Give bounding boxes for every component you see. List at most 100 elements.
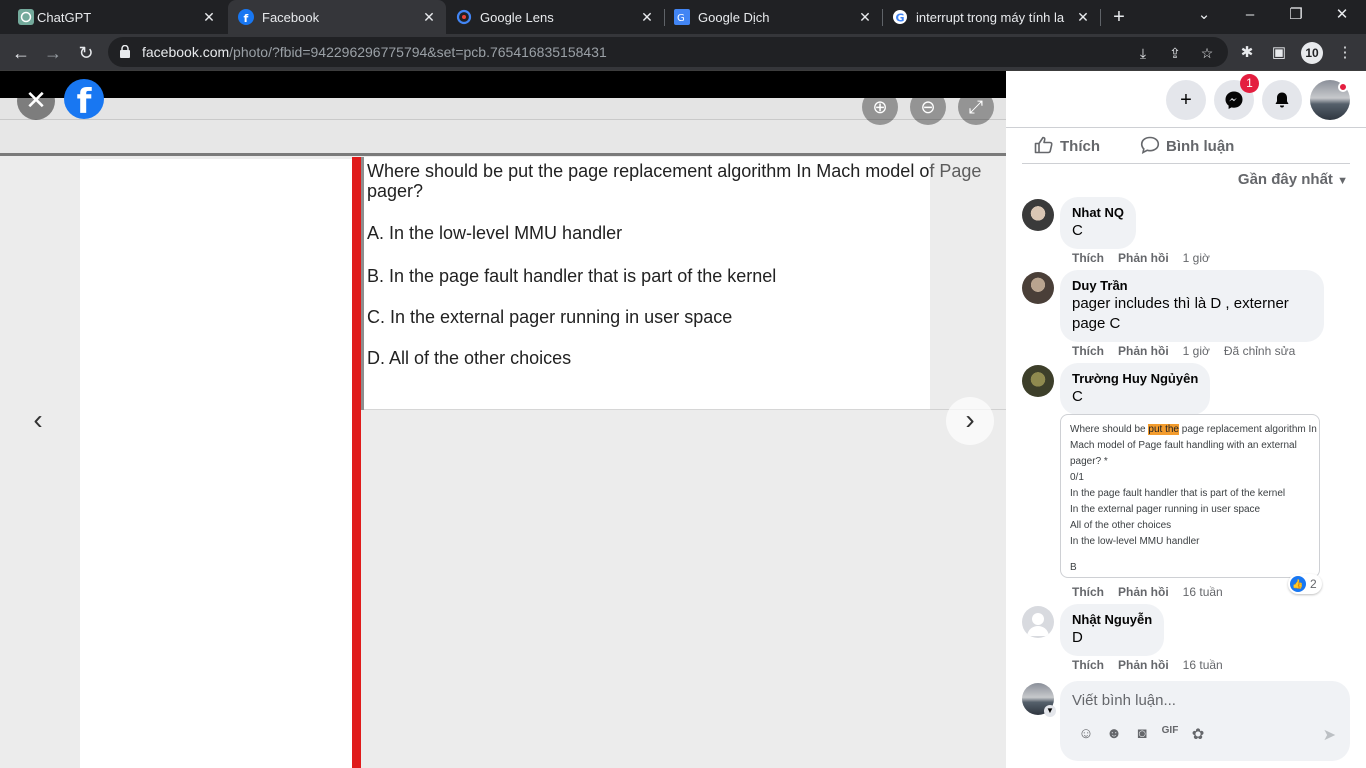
tab-close-icon[interactable]: ✕ <box>638 8 656 26</box>
caret-down-icon: ▼ <box>1337 175 1348 187</box>
extensions-icon[interactable]: ✱ <box>1236 42 1258 64</box>
comment-text: C <box>1072 222 1083 239</box>
facebook-logo-icon[interactable]: f <box>64 79 104 122</box>
send-icon[interactable]: ➤ <box>1323 725 1336 745</box>
avatar[interactable] <box>1022 199 1054 231</box>
like-label: Thích <box>1060 138 1100 155</box>
avatar[interactable] <box>1022 272 1054 304</box>
comment-time[interactable]: 1 giờ <box>1183 251 1210 265</box>
url-host: facebook.com <box>142 44 230 60</box>
comment-input[interactable]: Viết bình luận... <box>1072 692 1176 709</box>
bookmark-star-icon[interactable]: ☆ <box>1198 44 1216 62</box>
option-d: D. All of the other choices <box>367 348 572 368</box>
question-line-1: Where should be put the page replacement… <box>367 161 982 181</box>
forward-icon[interactable]: → <box>40 40 66 66</box>
comment-meta: Thích Phản hồi 16 tuần <box>1072 658 1237 672</box>
account-status-dot <box>1338 82 1348 92</box>
new-tab-icon[interactable]: + <box>1108 6 1130 28</box>
comment-time[interactable]: 16 tuần <box>1183 585 1223 599</box>
tab-google-translate[interactable]: G Google Dịch ✕ <box>664 0 882 34</box>
comment-author[interactable]: Trường Huy Ngủyên <box>1072 370 1198 387</box>
comment-text: D <box>1072 629 1083 646</box>
tab-chatgpt[interactable]: ChatGPT ✕ <box>0 0 226 34</box>
avatar[interactable] <box>1022 365 1054 397</box>
tab-google-search[interactable]: G interrupt trong máy tính la gì ✕ <box>882 0 1100 34</box>
comment-text: C <box>1072 388 1083 405</box>
chevron-down-icon[interactable]: ▼ <box>1044 705 1056 717</box>
comment-reply-link[interactable]: Phản hồi <box>1118 585 1169 599</box>
attachment-line: Mach model of Page fault handling with a… <box>1070 440 1297 451</box>
install-icon[interactable]: ⤓ <box>1134 44 1152 62</box>
avatar[interactable] <box>1022 606 1054 638</box>
comment-reply-link[interactable]: Phản hồi <box>1118 658 1169 672</box>
question-line-2: pager? <box>367 181 424 201</box>
photo-question-panel: Where should be put the page replacement… <box>364 157 1006 410</box>
like-button[interactable]: Thích <box>1034 136 1100 155</box>
minimize-icon[interactable]: – <box>1227 0 1273 34</box>
question-text: Where should be put the page replacement… <box>367 161 1006 201</box>
notifications-icon[interactable] <box>1262 80 1302 120</box>
emoji-icon[interactable]: ☻ <box>1100 725 1128 743</box>
tab-google-lens[interactable]: Google Lens ✕ <box>446 0 664 34</box>
comment-author[interactable]: Nhat NQ <box>1072 204 1124 221</box>
gif-icon[interactable]: GIF <box>1156 725 1184 743</box>
tab-search-icon[interactable]: ⌄ <box>1181 0 1227 34</box>
next-photo-icon[interactable]: › <box>946 397 994 445</box>
comment-author[interactable]: Duy Trần <box>1072 277 1312 294</box>
reaction-summary[interactable]: 👍 2 <box>1288 574 1322 594</box>
tab-close-icon[interactable]: ✕ <box>420 8 438 26</box>
tab-close-icon[interactable]: ✕ <box>856 8 874 26</box>
comment-time[interactable]: 1 giờ <box>1183 344 1210 358</box>
url-text: facebook.com/photo/?fbid=942296296775794… <box>142 44 607 60</box>
fullscreen-icon[interactable]: ⤢ <box>958 89 994 125</box>
comment-reply-link[interactable]: Phản hồi <box>1118 344 1169 358</box>
google-icon: G <box>893 10 907 25</box>
comment-like-link[interactable]: Thích <box>1072 344 1104 358</box>
comment-like-link[interactable]: Thích <box>1072 251 1104 265</box>
comment-time[interactable]: 16 tuần <box>1183 658 1223 672</box>
sort-dropdown[interactable]: Gần đây nhất ▼ <box>1238 171 1348 188</box>
comment-attachment-image[interactable]: Where should be put the page replacement… <box>1060 414 1320 578</box>
create-icon[interactable]: + <box>1166 80 1206 120</box>
comment-bubble: Trường Huy Ngủyên C <box>1060 363 1211 415</box>
previous-photo-icon[interactable]: ‹ <box>14 397 62 445</box>
camera-icon[interactable]: ◙ <box>1128 725 1156 743</box>
back-icon[interactable]: ← <box>8 40 34 66</box>
messenger-badge: 1 <box>1240 74 1259 93</box>
tab-close-icon[interactable]: ✕ <box>200 8 218 26</box>
browser-toolbar: ← → ↻ facebook.com/photo/?fbid=942296296… <box>0 34 1366 71</box>
comment-composer[interactable]: Viết bình luận... ☺ ☻ ◙ GIF ✿ ➤ <box>1060 681 1350 761</box>
attachment-text: Where should be <box>1070 424 1149 435</box>
comment-button[interactable]: Bình luận <box>1140 136 1234 155</box>
post-actions: Thích Bình luận <box>1022 128 1350 164</box>
attachment-line: In the low-level MMU handler <box>1070 536 1200 547</box>
reload-icon[interactable]: ↻ <box>73 40 99 66</box>
tab-separator <box>1100 9 1101 26</box>
address-bar[interactable]: facebook.com/photo/?fbid=942296296775794… <box>108 37 1228 67</box>
tab-close-icon[interactable]: ✕ <box>1074 8 1092 26</box>
comment-reply-link[interactable]: Phản hồi <box>1118 251 1169 265</box>
zoom-in-icon[interactable]: ⊕ <box>862 89 898 125</box>
thumbs-up-icon <box>1034 136 1053 154</box>
close-viewer-icon[interactable]: ✕ <box>17 82 55 120</box>
sticker-icon[interactable]: ✿ <box>1184 725 1212 743</box>
window-close-icon[interactable]: ✕ <box>1319 0 1365 34</box>
comment-like-link[interactable]: Thích <box>1072 658 1104 672</box>
tab-facebook[interactable]: f Facebook ✕ <box>228 0 446 34</box>
comment-author[interactable]: Nhật Nguyễn <box>1072 611 1152 628</box>
zoom-out-icon[interactable]: ⊖ <box>910 89 946 125</box>
messenger-glyph <box>1225 91 1243 109</box>
profile-avatar[interactable]: 10 <box>1301 42 1323 64</box>
avatar-sticker-icon[interactable]: ☺ <box>1072 725 1100 743</box>
share-icon[interactable]: ⇪ <box>1166 44 1184 62</box>
restore-icon[interactable]: ❐ <box>1273 0 1319 34</box>
svg-text:f: f <box>244 12 249 25</box>
attachment-line: pager? * <box>1070 456 1108 467</box>
photo-header-strip-2 <box>0 120 1006 156</box>
comment-like-link[interactable]: Thích <box>1072 585 1104 599</box>
menu-icon[interactable]: ⋮ <box>1334 42 1356 64</box>
attachment-line: B <box>1070 562 1077 573</box>
side-panel-icon[interactable]: ▣ <box>1268 42 1290 64</box>
option-c: C. In the external pager running in user… <box>367 307 733 327</box>
tab-title: Google Lens <box>480 10 554 25</box>
